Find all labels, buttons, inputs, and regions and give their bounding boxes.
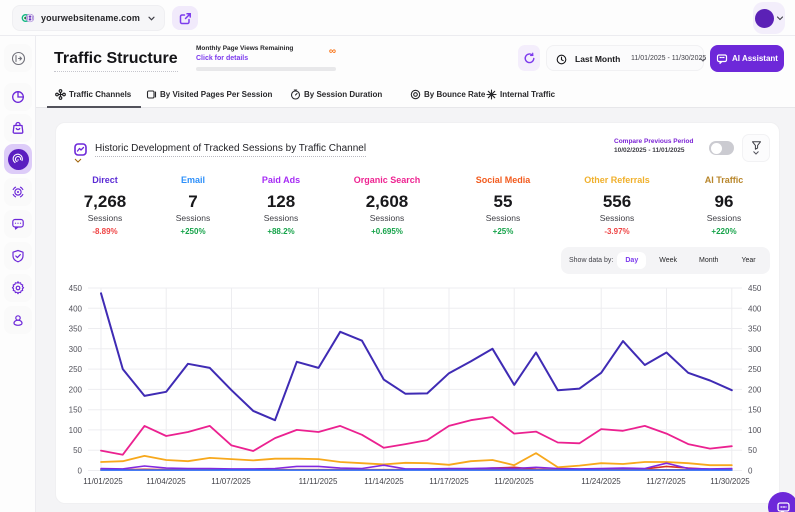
svg-text:300: 300 [69, 345, 83, 354]
svg-text:0: 0 [78, 467, 83, 476]
svg-text:11/20/2025: 11/20/2025 [494, 477, 534, 486]
svg-text:11/24/2025: 11/24/2025 [581, 477, 621, 486]
svg-text:11/11/2025: 11/11/2025 [299, 477, 338, 486]
svg-text:11/07/2025: 11/07/2025 [211, 477, 251, 486]
svg-text:150: 150 [69, 406, 83, 415]
svg-text:450: 450 [69, 284, 83, 293]
svg-text:450: 450 [748, 284, 762, 293]
svg-text:100: 100 [69, 426, 83, 435]
svg-text:350: 350 [748, 325, 762, 334]
svg-text:11/01/2025: 11/01/2025 [83, 477, 123, 486]
svg-text:200: 200 [69, 385, 83, 394]
svg-text:100: 100 [748, 426, 762, 435]
svg-text:11/30/2025: 11/30/2025 [710, 477, 750, 486]
svg-text:200: 200 [748, 385, 762, 394]
svg-text:11/17/2025: 11/17/2025 [429, 477, 469, 486]
svg-text:150: 150 [748, 406, 762, 415]
svg-text:400: 400 [69, 304, 83, 313]
svg-text:300: 300 [748, 345, 762, 354]
svg-text:50: 50 [748, 446, 757, 455]
svg-text:50: 50 [73, 446, 82, 455]
svg-text:11/04/2025: 11/04/2025 [146, 477, 186, 486]
svg-text:250: 250 [69, 365, 83, 374]
svg-text:250: 250 [748, 365, 762, 374]
svg-text:11/27/2025: 11/27/2025 [646, 477, 686, 486]
svg-text:400: 400 [748, 304, 762, 313]
svg-text:350: 350 [69, 325, 83, 334]
svg-text:0: 0 [748, 467, 753, 476]
svg-text:11/14/2025: 11/14/2025 [364, 477, 404, 486]
